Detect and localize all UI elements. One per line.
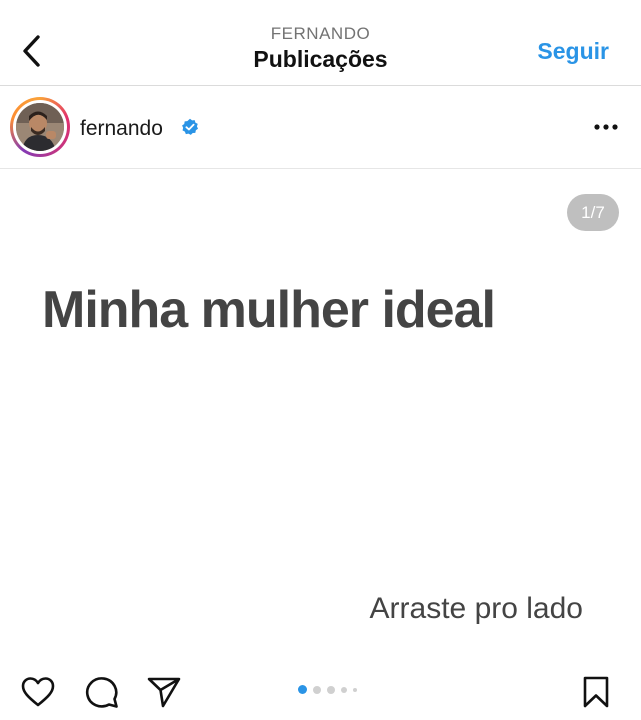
- carousel-dot: [353, 687, 357, 692]
- comment-button[interactable]: [84, 674, 120, 710]
- more-horizontal-icon: [594, 124, 618, 130]
- send-icon: [147, 677, 181, 708]
- comment-icon: [85, 677, 118, 708]
- slide-headline: Minha mulher ideal: [42, 281, 496, 339]
- bookmark-icon: [583, 676, 609, 708]
- carousel-indicator: [298, 685, 357, 694]
- heart-icon: [21, 677, 55, 707]
- post-media-carousel[interactable]: 1/7 Minha mulher ideal Arraste pro lado: [0, 170, 641, 660]
- post-header: fernando: [0, 87, 641, 169]
- avatar-photo: [16, 103, 64, 151]
- carousel-dot: [298, 685, 307, 694]
- post-action-bar: [0, 662, 641, 720]
- save-button[interactable]: [578, 674, 614, 710]
- swipe-hint-text: Arraste pro lado: [369, 592, 583, 625]
- top-nav-bar: FERNANDO Publicações Seguir: [0, 0, 641, 86]
- carousel-dot: [327, 685, 335, 694]
- post-username[interactable]: fernando: [80, 117, 163, 141]
- follow-button[interactable]: Seguir: [537, 38, 609, 65]
- avatar-image: [16, 103, 64, 151]
- carousel-dot: [313, 685, 321, 694]
- verified-badge-icon: [182, 118, 199, 135]
- carousel-dot: [341, 686, 347, 693]
- like-button[interactable]: [20, 674, 56, 710]
- share-button[interactable]: [146, 674, 182, 710]
- avatar[interactable]: [10, 97, 70, 157]
- more-options-button[interactable]: [591, 115, 621, 139]
- slide-counter-badge: 1/7: [567, 194, 619, 231]
